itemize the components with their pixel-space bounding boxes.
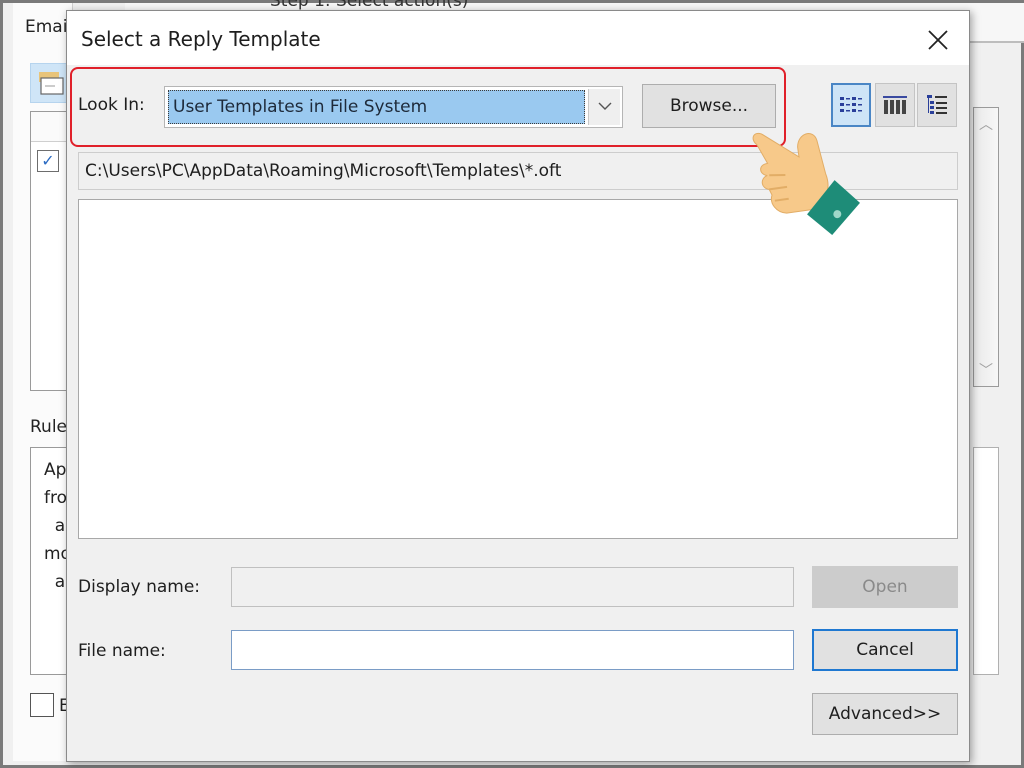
chevron-down-icon[interactable] [588, 89, 620, 125]
look-in-label: Look In: [78, 95, 145, 115]
display-name-field [231, 567, 794, 607]
path-display: C:\Users\PC\AppData\Roaming\Microsoft\Te… [78, 152, 958, 190]
template-file-list[interactable] [78, 199, 958, 539]
background-email-label: Emai [25, 17, 68, 37]
scroll-up-icon[interactable]: ︿ [974, 114, 998, 134]
close-icon [928, 30, 948, 50]
list-view-icon [840, 97, 862, 112]
look-in-dropdown[interactable]: User Templates in File System [164, 86, 623, 128]
open-button[interactable]: Open [812, 566, 958, 608]
background-right-box [973, 447, 999, 675]
cancel-button[interactable]: Cancel [812, 629, 958, 671]
scroll-down-icon[interactable]: ﹀ [974, 360, 998, 380]
details-view-button[interactable] [875, 83, 915, 127]
look-in-selected-value[interactable]: User Templates in File System [168, 90, 585, 124]
background-bottom-checkbox[interactable] [30, 693, 54, 717]
tree-view-button[interactable] [917, 83, 957, 127]
background-scrollbar[interactable]: ︿ ﹀ [973, 107, 999, 387]
close-button[interactable] [921, 23, 955, 57]
file-name-input[interactable] [231, 630, 794, 670]
background-rule-label: Rule [30, 417, 68, 437]
list-view-button[interactable] [831, 83, 871, 127]
details-view-icon [883, 96, 907, 114]
dialog-title: Select a Reply Template [81, 27, 321, 51]
advanced-button[interactable]: Advanced>> [812, 693, 958, 735]
browse-button[interactable]: Browse... [642, 84, 776, 128]
dialog-titlebar: Select a Reply Template [67, 11, 969, 65]
background-envelope-folder-icon[interactable] [30, 63, 70, 103]
select-reply-template-dialog: Select a Reply Template Look In: User Te… [66, 10, 970, 762]
display-name-label: Display name: [78, 577, 201, 597]
file-name-label: File name: [78, 641, 166, 661]
tree-view-icon [927, 95, 947, 114]
background-checkbox-checked[interactable]: ✓ [37, 150, 59, 172]
